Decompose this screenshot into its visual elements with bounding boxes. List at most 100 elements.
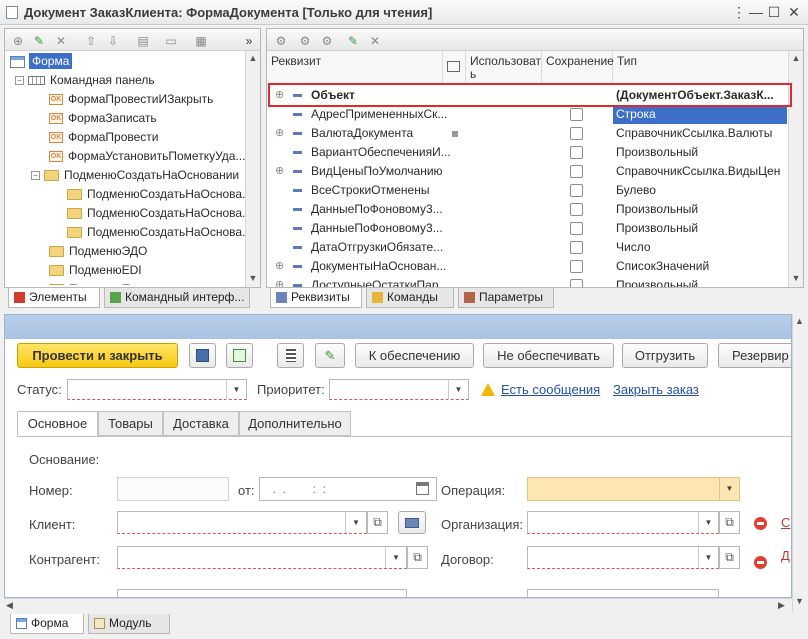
client-open-button[interactable]: ⧉ <box>367 511 388 534</box>
delete-icon[interactable]: ✕ <box>53 33 69 49</box>
operation-dropdown-icon[interactable]: ▼ <box>719 478 739 500</box>
to-provision-button[interactable]: К обеспечению <box>355 343 474 368</box>
tab-additional[interactable]: Дополнительно <box>239 411 351 436</box>
scroll-up-icon[interactable]: ▲ <box>246 53 260 63</box>
edit-form-button[interactable]: ✎ <box>315 343 345 368</box>
right-edge-link-a[interactable]: С <box>781 515 790 530</box>
not-provision-button[interactable]: Не обеспечивать <box>483 343 614 368</box>
date-field[interactable]: . . : : <box>259 477 437 501</box>
tab-delivery[interactable]: Доставка <box>163 411 239 436</box>
tree-item[interactable]: OK ФормаПровестиИЗакрыть <box>49 90 213 109</box>
client-card-button[interactable] <box>398 511 426 534</box>
organization-open-button[interactable]: ⧉ <box>719 511 740 534</box>
preview-scroll-down-icon[interactable]: ▼ <box>793 596 806 606</box>
contract-field[interactable]: ▼ <box>527 546 719 569</box>
maximize-button[interactable]: ☐ <box>766 4 782 20</box>
add-icon[interactable]: ⊕ <box>10 33 26 49</box>
grid-scroll-up-icon[interactable]: ▲ <box>789 53 803 63</box>
grid-scroll-down-icon[interactable]: ▼ <box>789 273 803 283</box>
attribute-row[interactable]: АдресПримененныхСк... Строка <box>267 105 787 124</box>
status-field[interactable]: ▼ <box>67 379 247 400</box>
move-up-icon[interactable]: ⇧ <box>83 33 99 49</box>
close-order-link[interactable]: Закрыть заказ <box>613 382 699 397</box>
save-checkbox[interactable] <box>570 260 583 273</box>
settings-icon[interactable]: ▦ <box>193 33 209 49</box>
save-checkbox[interactable] <box>570 108 583 121</box>
more-chevron-icon[interactable]: » <box>241 33 257 49</box>
collapse-icon[interactable]: − <box>31 171 40 181</box>
save-checkbox[interactable] <box>570 165 583 178</box>
messages-link[interactable]: Есть сообщения <box>501 382 600 397</box>
tree-item[interactable]: OK ФормаПровести <box>49 128 158 147</box>
preview-scroll-left-icon[interactable]: ◀ <box>6 600 13 611</box>
tab-form[interactable]: Форма <box>10 614 84 634</box>
client-field[interactable]: ▼ <box>117 511 367 534</box>
preview-scroll-right-icon[interactable]: ▶ <box>778 600 785 611</box>
tab-attributes[interactable]: Реквизиты <box>270 288 362 308</box>
more-icon[interactable]: ⋮ <box>731 4 747 20</box>
priority-field[interactable]: ▼ <box>329 379 469 400</box>
post-and-close-button[interactable]: Провести и закрыть <box>17 343 178 368</box>
save-checkbox[interactable] <box>570 241 583 254</box>
list-button[interactable] <box>277 343 304 368</box>
attribute-row[interactable]: ДатаОтгрузкиОбязате... Число <box>267 238 787 257</box>
tree-scrollbar[interactable]: ▲ ▼ <box>245 51 260 287</box>
operation-field[interactable]: ▼ <box>527 477 740 501</box>
next-row-field[interactable] <box>117 589 407 597</box>
counterparty-field[interactable]: ▼ <box>117 546 407 569</box>
tree-item[interactable]: OK ФормаЗаписать <box>49 109 157 128</box>
expand-icon[interactable]: ⊕ <box>275 162 284 181</box>
tree-root[interactable]: Форма <box>10 52 73 71</box>
tree-item[interactable]: ПодменюЭДО <box>49 242 147 261</box>
tab-elements[interactable]: Элементы <box>8 288 100 308</box>
preview-v-scrollbar[interactable]: ▲ ▼ <box>792 314 806 612</box>
tab-commands[interactable]: Команды <box>366 288 454 308</box>
organization-field[interactable]: ▼ <box>527 511 719 534</box>
contract-open-button[interactable]: ⧉ <box>719 546 740 569</box>
save-checkbox[interactable] <box>570 127 583 140</box>
delete-attribute-icon[interactable]: ✕ <box>367 33 383 49</box>
tab-main[interactable]: Основное <box>17 411 98 436</box>
collapse-icon[interactable]: − <box>15 76 24 86</box>
preview-scroll-up-icon[interactable]: ▲ <box>793 316 806 326</box>
calendar-icon[interactable] <box>416 482 429 495</box>
attribute-row[interactable]: ВариантОбеспеченияИ... Произвольный <box>267 143 787 162</box>
col-save[interactable]: Сохранение <box>542 51 614 85</box>
save-checkbox[interactable] <box>570 184 583 197</box>
tree-item[interactable]: ПодменюСоздатьНаОснова... <box>67 185 245 204</box>
reserve-button[interactable]: Резервир <box>718 343 791 368</box>
tree-item[interactable]: ПодменюСоздатьНаОснова... <box>67 204 245 223</box>
client-dropdown-icon[interactable]: ▼ <box>345 512 366 533</box>
attribute-row[interactable]: ⊕ ВидЦеныПоУмолчанию СправочникСсылка.Виды… <box>267 162 787 181</box>
attribute-row[interactable]: ДанныеПоФоновому3... Произвольный <box>267 219 787 238</box>
save-checkbox[interactable] <box>570 146 583 159</box>
right-edge-link-b[interactable]: Д <box>781 548 790 563</box>
tree-item[interactable]: ПодменюСоздатьНаОснова... <box>67 223 245 242</box>
edit-attribute-icon[interactable]: ✎ <box>345 33 361 49</box>
contract-remove-icon[interactable] <box>754 556 767 569</box>
expand-icon[interactable]: ⊕ <box>275 124 284 143</box>
add-nested-icon[interactable]: ⚙ <box>297 33 313 49</box>
attribute-row[interactable]: ⊕ ДоступныеОстаткиПар... Произвольный <box>267 276 787 287</box>
tree-item[interactable]: ПодменюПечать <box>49 280 161 285</box>
col-type[interactable]: Тип <box>613 51 787 85</box>
view-icon[interactable]: ▭ <box>163 33 179 49</box>
number-field[interactable] <box>117 477 229 501</box>
close-button[interactable]: ✕ <box>786 4 802 20</box>
tab-parameters[interactable]: Параметры <box>458 288 554 308</box>
minimize-button[interactable]: — <box>748 4 764 20</box>
priority-dropdown-icon[interactable]: ▼ <box>448 379 468 400</box>
attribute-row[interactable]: ВсеСтрокиОтменены Булево <box>267 181 787 200</box>
preview-h-scrollbar[interactable]: ◀ ▶ <box>4 598 792 612</box>
status-dropdown-icon[interactable]: ▼ <box>226 379 246 400</box>
counterparty-dropdown-icon[interactable]: ▼ <box>385 547 406 568</box>
tab-goods[interactable]: Товары <box>98 411 163 436</box>
save-checkbox[interactable] <box>570 203 583 216</box>
expand-icon[interactable]: ⊕ <box>275 257 284 276</box>
tab-command-interface[interactable]: Командный интерф... <box>104 288 250 308</box>
attribute-row[interactable]: ⊕ ВалютаДокумента СправочникСсылка.Валюты <box>267 124 787 143</box>
ship-button[interactable]: Отгрузить <box>622 343 708 368</box>
tree-item[interactable]: − ПодменюСоздатьНаОсновании <box>31 166 239 185</box>
tree-item[interactable]: OK ФормаУстановитьПометкуУда... <box>49 147 245 166</box>
tab-module[interactable]: Модуль <box>88 614 170 634</box>
